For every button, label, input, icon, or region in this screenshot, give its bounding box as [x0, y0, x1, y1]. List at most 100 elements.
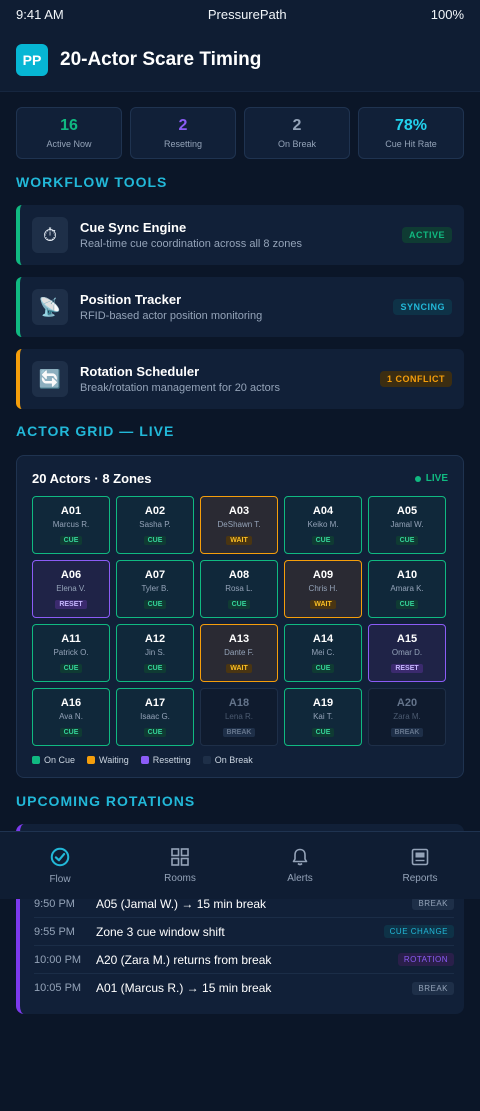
stats-row: 16 Active Now 2 Resetting 2 On Break 78%… [16, 107, 464, 159]
stat-cue-hit-rate[interactable]: 78% Cue Hit Rate [358, 107, 464, 159]
actor-state-badge: CUE [143, 600, 167, 609]
rotation-tag: BREAK [412, 981, 454, 995]
rotation-text: A01 (Marcus R.) → 15 min break [96, 981, 272, 995]
actor-id: A02 [144, 505, 166, 517]
nav-item-alerts[interactable]: Alerts [255, 847, 345, 884]
legend-label: On Break [214, 755, 253, 765]
actor-name: Jin S. [144, 648, 165, 657]
actor-cell-a12[interactable]: A12 Jin S. CUE [116, 624, 194, 682]
actor-cell-a11[interactable]: A11 Patrick O. CUE [32, 624, 110, 682]
actor-state-badge: WAIT [226, 664, 252, 673]
actor-name: Zara M. [393, 712, 421, 721]
actor-cell-a03[interactable]: A03 DeShawn T. WAIT [200, 496, 278, 554]
actor-cell-a10[interactable]: A10 Amara K. CUE [368, 560, 446, 618]
stat-on-break[interactable]: 2 On Break [244, 107, 350, 159]
tool-card-position-tracker[interactable]: 📡 Position Tracker RFID-based actor posi… [16, 277, 464, 337]
status-battery: 100% [430, 6, 464, 22]
actor-cell-a19[interactable]: A19 Kai T. CUE [284, 688, 362, 746]
stat-label: Resetting [163, 139, 203, 149]
rotation-row[interactable]: 10:05 PM A01 (Marcus R.) → 15 min break BR… [34, 974, 454, 1002]
actor-id: A15 [396, 633, 418, 645]
actor-cell-a09[interactable]: A09 Chris H. WAIT [284, 560, 362, 618]
tool-desc: Real-time cue coordination across all 8 … [80, 238, 302, 250]
actor-grid: A01 Marcus R. CUE A02 Sasha P. CUE A03 DeShawn … [32, 496, 446, 746]
actor-id: A11 [61, 633, 81, 645]
rotation-time: 10:00 PM [34, 953, 82, 966]
actor-cell-a05[interactable]: A05 Jamal W. CUE [368, 496, 446, 554]
legend-item: Waiting [87, 755, 129, 765]
tool-card-cue-sync[interactable]: ⏱ Cue Sync Engine Real-time cue coordina… [16, 205, 464, 265]
rotation-tag: ROTATION [397, 953, 454, 966]
actor-name: Marcus R. [52, 520, 90, 529]
legend-swatch [202, 756, 211, 764]
actor-state-badge: CUE [143, 536, 167, 545]
actor-cell-a08[interactable]: A08 Rosa L. CUE [200, 560, 278, 618]
nav-label: Flow [49, 874, 71, 885]
page-title: 20-Actor Scare Timing [60, 48, 262, 70]
grid-icon [171, 848, 189, 866]
actor-name: Ava N. [59, 712, 83, 721]
actor-cell-a20[interactable]: A20 Zara M. BREAK [368, 688, 446, 746]
actor-cell-a16[interactable]: A16 Ava N. CUE [32, 688, 110, 746]
status-bar: 9:41 AM PressurePath 100% [0, 0, 480, 28]
actor-name: Jamal W. [390, 520, 424, 529]
actor-cell-a04[interactable]: A04 Keiko M. CUE [284, 496, 362, 554]
stat-label: Active Now [46, 139, 92, 149]
actor-name: Sasha P. [139, 520, 171, 529]
actor-cell-a17[interactable]: A17 Isaac G. CUE [116, 688, 194, 746]
actor-cell-a18[interactable]: A18 Lena R. BREAK [200, 688, 278, 746]
rotation-row[interactable]: 9:55 PM Zone 3 cue window shift CUE CHANGE [34, 918, 454, 946]
rotation-row[interactable]: 10:00 PM A20 (Zara M.) returns from break… [34, 946, 454, 974]
app-logo: PP [16, 43, 48, 76]
actor-cell-a02[interactable]: A02 Sasha P. CUE [116, 496, 194, 554]
actor-name: Amara K. [390, 584, 424, 593]
actor-cell-a07[interactable]: A07 Tyler B. CUE [116, 560, 194, 618]
rotations-list: 9:50 PM A05 (Jamal W.) → 15 min break BREA… [34, 890, 454, 1002]
actor-state-badge: CUE [311, 664, 335, 673]
live-dot-icon [414, 475, 421, 482]
actor-cell-a15[interactable]: A15 Omar D. RESET [368, 624, 446, 682]
tool-name: Cue Sync Engine [80, 220, 187, 235]
nav-item-flow[interactable]: Flow [15, 846, 105, 885]
actor-id: A04 [312, 505, 334, 517]
tool-desc: RFID-based actor position monitoring [80, 310, 263, 322]
bell-icon [292, 848, 308, 866]
actor-cell-a01[interactable]: A01 Marcus R. CUE [32, 496, 110, 554]
app-header: PP 20-Actor Scare Timing [0, 28, 480, 92]
actor-state-badge: CUE [59, 536, 83, 545]
actor-name: Mei C. [311, 648, 335, 657]
actor-id: A09 [312, 569, 334, 581]
actor-state-badge: CUE [59, 728, 83, 737]
actor-id: A20 [396, 697, 418, 709]
tool-card-rotation-scheduler[interactable]: 🔄 Rotation Scheduler Break/rotation mana… [16, 349, 464, 409]
actor-cell-a14[interactable]: A14 Mei C. CUE [284, 624, 362, 682]
stat-value: 2 [178, 117, 188, 134]
actor-state-badge: CUE [59, 664, 83, 673]
rotation-text: Zone 3 cue window shift [96, 924, 225, 939]
status-time: 9:41 AM [16, 6, 64, 22]
actor-id: A06 [60, 569, 82, 581]
stat-resetting[interactable]: 2 Resetting [130, 107, 236, 159]
rotate-icon: 🔄 [32, 361, 68, 397]
actor-id: A01 [60, 505, 82, 517]
legend-swatch [140, 756, 149, 764]
actor-id: A17 [144, 697, 166, 709]
bottom-nav: Flow Rooms Alerts Reports [0, 831, 480, 899]
legend-label: Waiting [99, 755, 129, 765]
nav-item-reports[interactable]: Reports [375, 847, 465, 884]
actor-cell-a13[interactable]: A13 Dante F. WAIT [200, 624, 278, 682]
actor-name: Elena V. [56, 584, 86, 593]
actor-cell-a06[interactable]: A06 Elena V. RESET [32, 560, 110, 618]
actor-id: A18 [228, 697, 250, 709]
live-label: LIVE [425, 473, 448, 484]
actor-name: Lena R. [224, 712, 254, 721]
actor-name: Chris H. [308, 584, 338, 593]
stat-active-now[interactable]: 16 Active Now [16, 107, 122, 159]
nav-item-rooms[interactable]: Rooms [135, 847, 225, 884]
actor-state-badge: WAIT [226, 536, 252, 545]
actor-name: Tyler B. [141, 584, 169, 593]
actor-state-badge: WAIT [310, 600, 336, 609]
grid-title: 20 Actors · 8 Zones [32, 471, 152, 486]
actor-state-badge: CUE [143, 728, 167, 737]
nav-label: Reports [402, 873, 438, 884]
